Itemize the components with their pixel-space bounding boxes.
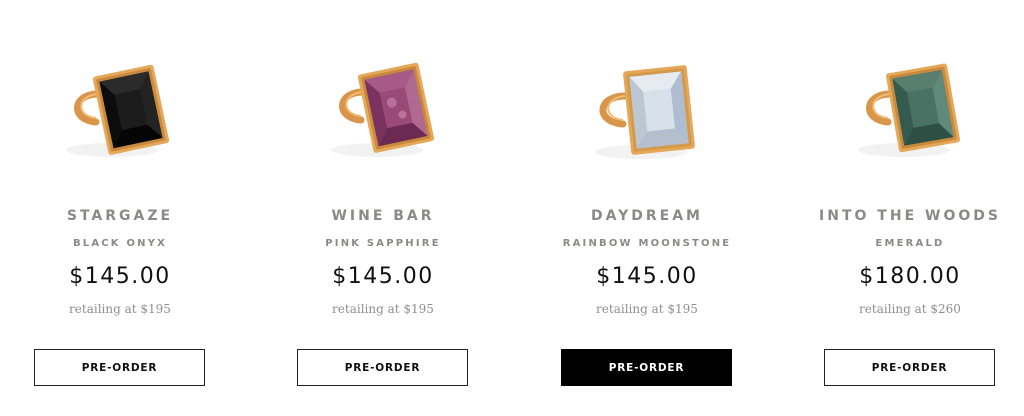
product-name[interactable]: INTO THE WOODS [790,208,1024,224]
product-card-stargaze: STARGAZE BLACK ONYX $145.00 retailing at… [0,0,240,416]
pre-order-button[interactable]: PRE-ORDER [824,349,995,386]
product-card-into-the-woods: INTO THE WOODS EMERALD $180.00 retailing… [790,0,1024,416]
product-retail-price: retailing at $260 [859,302,961,316]
product-name[interactable]: WINE BAR [263,208,503,224]
product-retail-price: retailing at $195 [332,302,434,316]
product-price: $145.00 [596,264,698,289]
product-stone: PINK SAPPHIRE [325,238,441,249]
product-stone: RAINBOW MOONSTONE [562,238,732,249]
product-retail-price: retailing at $195 [596,302,698,316]
pre-order-button[interactable]: PRE-ORDER [34,349,205,386]
product-grid: STARGAZE BLACK ONYX $145.00 retailing at… [0,0,1024,416]
product-stone: BLACK ONYX [72,238,168,249]
product-name[interactable]: DAYDREAM [527,208,767,224]
product-card-daydream: DAYDREAM RAINBOW MOONSTONE $145.00 retai… [527,0,767,416]
product-name[interactable]: STARGAZE [0,208,240,224]
pre-order-button[interactable]: PRE-ORDER [561,349,732,386]
product-card-wine-bar: WINE BAR PINK SAPPHIRE $145.00 retailing… [263,0,503,416]
product-price: $145.00 [69,264,171,289]
product-retail-price: retailing at $195 [69,302,171,316]
pink-sapphire-ring-icon[interactable] [313,50,443,170]
product-price: $145.00 [332,264,434,289]
pre-order-button[interactable]: PRE-ORDER [297,349,468,386]
product-price: $180.00 [859,264,961,289]
emerald-ring-icon[interactable] [840,50,970,170]
black-onyx-ring-icon[interactable] [50,50,180,170]
rainbow-moonstone-ring-icon[interactable] [577,50,707,170]
product-stone: EMERALD [875,238,945,249]
